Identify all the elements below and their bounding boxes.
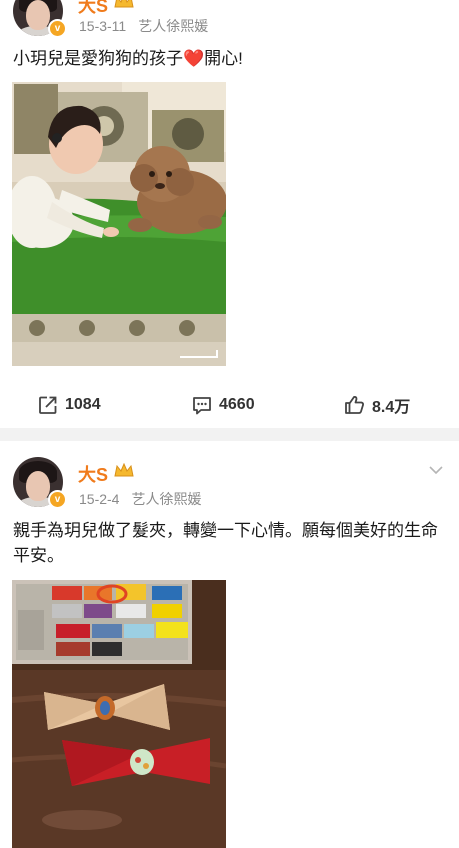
post-source: 艺人徐熙媛	[138, 18, 209, 34]
comment-button[interactable]: 4660	[192, 390, 255, 420]
post-date: 15-3-11	[79, 18, 127, 34]
post-source: 艺人徐熙媛	[131, 491, 202, 507]
repost-button[interactable]: 1084	[38, 390, 101, 420]
photo-baby-with-dog	[12, 82, 226, 366]
weibo-post-2: v 大S 15-2-4 艺人徐熙媛 親手為玥兒做了髮夾，轉變一下心情。願每個美好的…	[0, 441, 459, 848]
crown-icon	[114, 0, 134, 8]
heart-emoji: ❤️	[183, 49, 205, 68]
post-actions: 1084 4660 8.4万	[0, 390, 459, 420]
post-image-hair-clips[interactable]	[12, 580, 226, 848]
chevron-down-icon[interactable]	[429, 463, 443, 477]
post-text: 親手為玥兒做了髮夾，轉變一下心情。願每個美好的生命平安。	[13, 521, 438, 565]
like-button[interactable]: 8.4万	[344, 390, 410, 420]
username[interactable]: 大S	[78, 461, 108, 487]
repost-count: 1084	[65, 396, 101, 413]
repost-icon	[39, 396, 57, 414]
comment-icon	[193, 397, 211, 415]
post-date: 15-2-4	[79, 491, 120, 507]
comment-count: 4660	[219, 396, 255, 413]
post-text-part: 開心!	[204, 49, 243, 68]
verified-badge-icon: v	[48, 19, 67, 38]
weibo-post-1: v 大S 15-3-11 艺人徐熙媛 小玥兒是愛狗狗的孩子❤️開心! 1084 …	[0, 0, 459, 428]
post-text: 小玥兒是愛狗狗的孩子❤️開心!	[13, 46, 443, 71]
post-meta: 15-3-11 艺人徐熙媛	[79, 16, 208, 36]
like-count: 8.4万	[372, 399, 411, 416]
post-meta: 15-2-4 艺人徐熙媛	[79, 489, 201, 509]
post-text-part: 小玥兒是愛狗狗的孩子	[13, 49, 183, 68]
post-image-baby-dog[interactable]	[12, 82, 226, 366]
photo-handmade-hair-clips	[12, 580, 226, 848]
crown-icon	[114, 463, 134, 477]
like-icon	[345, 396, 364, 414]
verified-badge-icon: v	[48, 490, 67, 509]
